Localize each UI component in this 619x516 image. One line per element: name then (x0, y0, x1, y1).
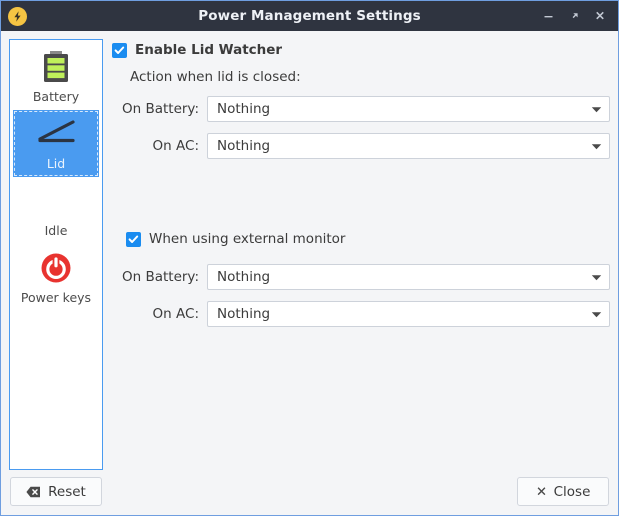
power-button-icon (39, 248, 73, 288)
section-spacer (112, 159, 610, 231)
close-x-icon (536, 486, 547, 497)
minimize-icon[interactable] (536, 5, 560, 27)
external-monitor-on-battery-row: On Battery: Nothing (112, 264, 610, 290)
reset-button-label: Reset (48, 484, 86, 500)
select-value: Nothing (217, 138, 591, 154)
settings-content: Enable Lid Watcher Action when lid is cl… (103, 39, 610, 468)
chevron-down-icon (591, 106, 602, 113)
select-value: Nothing (217, 101, 591, 117)
sidebar-item-label: Idle (45, 223, 68, 239)
power-management-window: Power Management Settings (0, 0, 619, 516)
sidebar-item-battery[interactable]: Battery (13, 43, 99, 110)
window-controls (536, 5, 612, 27)
enable-lid-watcher-label: Enable Lid Watcher (135, 42, 282, 58)
window-title: Power Management Settings (1, 8, 618, 24)
external-monitor-on-battery-select[interactable]: Nothing (207, 264, 610, 290)
battery-icon (41, 47, 71, 87)
sidebar-item-power-keys[interactable]: Power keys (13, 244, 99, 311)
category-sidebar[interactable]: Battery Lid Idle (9, 39, 103, 470)
chevron-down-icon (591, 311, 602, 318)
backspace-icon (26, 486, 41, 498)
close-button-label: Close (554, 484, 591, 500)
external-monitor-on-ac-row: On AC: Nothing (112, 301, 610, 327)
reset-button[interactable]: Reset (10, 477, 102, 506)
sidebar-item-lid[interactable]: Lid (13, 110, 99, 177)
enable-lid-watcher-row[interactable]: Enable Lid Watcher (112, 42, 610, 58)
laptop-lid-icon (33, 114, 79, 154)
title-bar: Power Management Settings (1, 1, 618, 31)
sidebar-item-idle[interactable]: Idle (13, 177, 99, 244)
chevron-down-icon (591, 143, 602, 150)
sidebar-item-label: Power keys (21, 290, 91, 306)
select-value: Nothing (217, 306, 591, 322)
close-icon[interactable] (588, 5, 612, 27)
chevron-down-icon (591, 274, 602, 281)
external-monitor-row[interactable]: When using external monitor (126, 231, 610, 247)
external-monitor-checkbox[interactable] (126, 232, 141, 247)
window-body: Battery Lid Idle (1, 31, 618, 468)
close-button[interactable]: Close (517, 477, 609, 506)
lid-closed-on-battery-row: On Battery: Nothing (112, 96, 610, 122)
sidebar-item-label: Battery (33, 89, 79, 105)
power-bolt-icon (8, 7, 27, 26)
on-ac-label: On AC: (112, 306, 207, 322)
select-value: Nothing (217, 269, 591, 285)
dialog-footer: Reset Close (1, 468, 618, 515)
lid-closed-on-ac-row: On AC: Nothing (112, 133, 610, 159)
lid-closed-on-ac-select[interactable]: Nothing (207, 133, 610, 159)
enable-lid-watcher-checkbox[interactable] (112, 43, 127, 58)
on-battery-label: On Battery: (112, 269, 207, 285)
sidebar-item-label: Lid (47, 156, 65, 172)
lid-closed-on-battery-select[interactable]: Nothing (207, 96, 610, 122)
action-when-lid-closed-heading: Action when lid is closed: (130, 69, 610, 85)
on-battery-label: On Battery: (112, 101, 207, 117)
on-ac-label: On AC: (112, 138, 207, 154)
external-monitor-on-ac-select[interactable]: Nothing (207, 301, 610, 327)
maximize-icon[interactable] (562, 5, 586, 27)
external-monitor-label: When using external monitor (149, 231, 345, 247)
